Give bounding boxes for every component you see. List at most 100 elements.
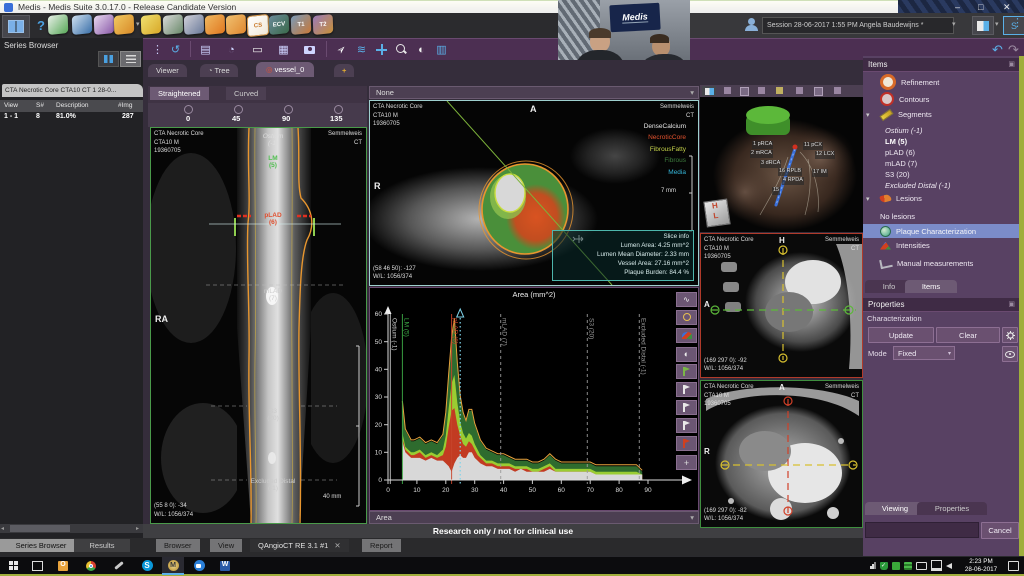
angle-90[interactable]: 90	[282, 114, 290, 123]
lesions-expand-icon[interactable]: ▾	[866, 195, 870, 203]
segments-expand-icon[interactable]: ▾	[866, 111, 870, 119]
move-marker-icon[interactable]: +	[676, 455, 697, 470]
mini-icon-5[interactable]	[796, 87, 803, 94]
vessel-label-1[interactable]: 1 pRCA	[752, 141, 773, 149]
app-icon-caret[interactable]: ▾	[136, 20, 140, 28]
angle-135-icon[interactable]	[334, 105, 343, 114]
mini-icon-7[interactable]	[834, 87, 841, 94]
network-signal-icon[interactable]	[870, 562, 876, 569]
mini-icon-1[interactable]	[724, 87, 731, 94]
intensity-curve-icon[interactable]	[676, 328, 697, 343]
tab-browser[interactable]: Browser	[156, 539, 200, 552]
item-segment-plad[interactable]: pLAD (6)	[885, 148, 915, 157]
flag-red-icon[interactable]	[676, 436, 697, 451]
series-scrollbar-thumb[interactable]	[10, 525, 70, 532]
chrome-taskbar-icon[interactable]	[82, 559, 100, 572]
sagittal-viewport[interactable]: CTA Necrotic Core CTA10 M 19360705 H Sem…	[700, 233, 863, 378]
thumbnail-view-button[interactable]	[98, 51, 119, 67]
mini-icon-6[interactable]	[814, 87, 823, 96]
update-button[interactable]: Update	[868, 327, 934, 343]
app-icon-film-yellow[interactable]	[141, 14, 162, 35]
paint-taskbar-icon[interactable]	[110, 559, 128, 572]
tab-view[interactable]: View	[210, 539, 242, 552]
clock-icon[interactable]: ◔	[222, 41, 241, 58]
skype-taskbar-icon[interactable]: S	[138, 559, 156, 572]
tab-properties[interactable]: Properties	[917, 502, 987, 515]
app-icon-t2[interactable]: T2	[313, 14, 334, 35]
list-view-button[interactable]	[120, 51, 141, 67]
window-box-icon[interactable]: ▭	[248, 41, 267, 58]
tab-series-browser[interactable]: Series Browser	[0, 539, 82, 552]
tray-app-2-icon[interactable]	[904, 562, 912, 570]
outlook-taskbar-icon[interactable]: O	[54, 559, 72, 572]
items-header-icon[interactable]: ▣	[1008, 60, 1015, 68]
segment-label-ostium[interactable]: Ostium (-1)	[233, 133, 313, 148]
mini-icon-3[interactable]	[758, 87, 765, 94]
app-icon-ecv[interactable]: ECV	[269, 14, 290, 35]
contrast-icon[interactable]: ◐	[676, 347, 697, 362]
window-max-button[interactable]: □	[978, 2, 983, 12]
camera-app-taskbar-icon[interactable]	[190, 559, 208, 572]
tab-report[interactable]: Report	[362, 539, 401, 552]
vessel-label-8[interactable]: 17 IM	[812, 169, 828, 177]
properties-header-icon[interactable]: ▣	[1008, 300, 1015, 308]
item-segment-lm[interactable]: LM (5)	[885, 137, 907, 146]
volume-3d-viewport[interactable]: 1 pRCA 2 mRCA 3 dRCA 16 RPLB 4 RPDA 11 p…	[700, 97, 863, 232]
window-level-icon[interactable]: ◐	[412, 41, 431, 58]
tab-viewer[interactable]: Viewer	[148, 64, 187, 77]
tab-close-icon[interactable]: ✕	[334, 541, 340, 550]
notification-center-icon[interactable]	[1008, 561, 1019, 571]
layout-preset-button[interactable]	[972, 16, 994, 35]
window-close-button[interactable]: ✕	[1003, 2, 1011, 13]
chart-footer-dropdown[interactable]: Area ▾	[369, 511, 699, 524]
app-icon-film-orange[interactable]	[205, 14, 226, 35]
series-tab[interactable]: CTA Necrotic Core CTA10 CT 1 28-0...	[2, 84, 143, 97]
tab-items[interactable]: Items	[905, 280, 957, 293]
item-plaque-characterization[interactable]: Plaque Characterization	[863, 224, 1019, 238]
item-segment-s3[interactable]: S3 (20)	[885, 170, 910, 179]
help-button[interactable]: ?	[34, 15, 48, 35]
layout-caret-icon[interactable]: ▾	[995, 20, 999, 28]
visibility-eye-button[interactable]	[1002, 346, 1018, 362]
tray-app-1-icon[interactable]	[892, 562, 900, 570]
mini-icon-4[interactable]	[776, 87, 783, 94]
app-icon-cube[interactable]	[184, 14, 205, 35]
security-shield-icon[interactable]: ✓	[880, 562, 888, 570]
layers-icon[interactable]: ≋	[352, 41, 371, 58]
angle-90-icon[interactable]	[284, 105, 293, 114]
col-view[interactable]: View	[4, 102, 18, 109]
item-lesions[interactable]: ▾ Lesions	[863, 194, 1019, 203]
col-description[interactable]: Description	[56, 102, 89, 109]
angle-0-icon[interactable]	[184, 105, 193, 114]
item-segment-ostium[interactable]: Ostium (-1)	[885, 126, 923, 135]
taskbar-clock[interactable]: 2:23 PM 28-06-2017	[958, 558, 1004, 573]
angle-45[interactable]: 45	[232, 114, 240, 123]
vessel-label-5[interactable]: 4 RPDA	[782, 177, 804, 185]
session-dropdown[interactable]: Session 28-06-2017 1:55 PM Angela Baudew…	[762, 17, 954, 34]
zoom-tool-icon[interactable]	[676, 310, 697, 325]
mode-dropdown[interactable]: Fixed ▾	[893, 346, 955, 360]
tab-curved[interactable]: Curved	[226, 87, 266, 100]
angle-45-icon[interactable]	[234, 105, 243, 114]
medis-taskbar-icon[interactable]: M	[162, 557, 184, 575]
cross-section-dropdown[interactable]: None ▾	[369, 86, 699, 99]
tab-results[interactable]: Results	[74, 539, 130, 552]
item-segment-mlad[interactable]: mLAD (7)	[885, 159, 917, 168]
tab-qangioct[interactable]: QAngioCT RE 3.1 #1 ✕	[250, 539, 349, 552]
pan-icon[interactable]	[372, 41, 391, 58]
angle-0[interactable]: 0	[186, 114, 190, 123]
area-chart-pane[interactable]: Area (mm^2) Ostium (-1)LM (5)pLAD (6)mLA…	[369, 287, 699, 511]
app-icon-paint[interactable]	[94, 14, 115, 35]
speaker-icon[interactable]	[946, 563, 952, 569]
film-strip-icon[interactable]: ▤	[196, 41, 215, 58]
tab-viewing[interactable]: Viewing	[865, 502, 925, 515]
segment-label-mlad[interactable]: mLAD (7)	[233, 288, 313, 303]
col-img[interactable]: #Img	[118, 102, 132, 109]
vessel-label-4[interactable]: 16 RPLB	[778, 168, 802, 176]
cross-section-viewport[interactable]: CTA Necrotic Core CTA10 M 19360705 A Sem…	[369, 100, 699, 286]
app-icon-spiral[interactable]	[163, 14, 184, 35]
task-view-button[interactable]	[28, 559, 46, 572]
flag-white-2-icon[interactable]	[676, 400, 697, 415]
tab-vessel0[interactable]: ◎ vessel_0	[256, 62, 314, 77]
vessel-label-2[interactable]: 2 mRCA	[750, 150, 773, 158]
